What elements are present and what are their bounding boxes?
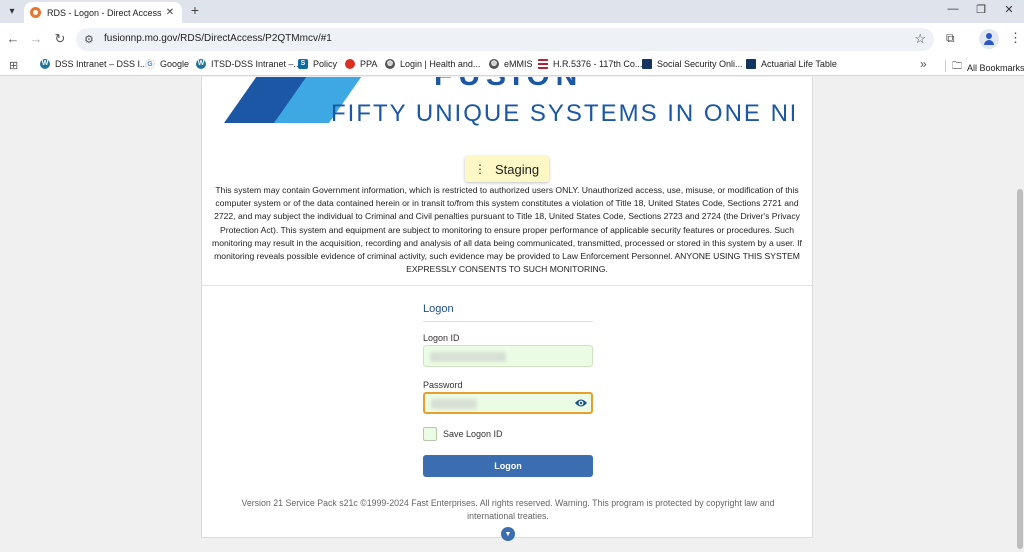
bookmark-label: Login | Health and... [400,59,481,69]
bookmark-label: Actuarial Life Table [761,59,837,69]
password-label: Password [423,380,463,390]
bookmark-hr5376[interactable]: H.R.5376 - 117th Co... [538,59,642,69]
bookmarks-overflow-button[interactable]: » [920,57,927,71]
address-bar[interactable]: ⚙ fusionnp.mo.gov/RDS/DirectAccess/P2QTM… [76,28,934,51]
drag-handle-icon[interactable]: ⋮ [474,162,486,176]
back-button[interactable]: ← [5,31,21,46]
flag-icon [538,59,548,69]
url-text[interactable]: fusionnp.mo.gov/RDS/DirectAccess/P2QTMmc… [104,33,332,44]
reload-button[interactable]: ↻ [52,31,68,47]
ssa-icon [746,59,756,69]
restore-button[interactable]: ❐ [973,3,989,16]
google-icon: G [145,59,155,69]
apps-grid-icon[interactable]: ⊞ [9,59,18,72]
ssa-icon [642,59,652,69]
site-info-icon[interactable]: ⚙ [84,33,94,46]
bookmark-label: Social Security Onli... [657,59,743,69]
bookmark-policy[interactable]: S Policy [298,59,337,69]
logon-card: FUSION FIFTY UNIQUE SYSTEMS IN ONE NEXUS… [201,77,814,538]
fusion-banner: FUSION FIFTY UNIQUE SYSTEMS IN ONE NEXUS [224,77,794,132]
close-window-button[interactable]: ✕ [1001,3,1017,16]
bookmark-star-icon[interactable]: ☆ [914,31,926,47]
save-logon-label[interactable]: Save Logon ID [443,429,503,439]
bookmark-actuarial-life-table[interactable]: Actuarial Life Table [746,59,837,69]
browser-toolbar: ← → ↻ ⚙ fusionnp.mo.gov/RDS/DirectAccess… [0,23,1024,56]
minimize-button[interactable]: — [945,3,961,15]
redacted-value [431,399,477,409]
globe-icon: ◍ [385,59,395,69]
all-bookmarks-button[interactable]: 🗀 All Bookmarks [952,59,1024,76]
bookmark-label: eMMIS [504,59,533,69]
scroll-down-icon[interactable]: ▼ [501,527,515,541]
bookmark-label: PPA [360,59,378,69]
bookmark-label: ITSD-DSS Intranet –... [211,59,302,69]
wordpress-icon: W [40,59,50,69]
scrollbar-thumb[interactable] [1017,189,1023,549]
form-title: Logon [423,303,454,315]
save-logon-checkbox[interactable] [423,427,437,441]
tagline: FIFTY UNIQUE SYSTEMS IN ONE NEXUS [331,100,794,127]
forward-button[interactable]: → [28,31,44,46]
site-favicon-icon [30,7,41,18]
bookmarks-bar: ⊞ W DSS Intranet – DSS I... G Google W I… [0,56,1024,76]
bookmark-dss-intranet[interactable]: W DSS Intranet – DSS I... [40,59,148,69]
staging-label: Staging [495,161,540,177]
bookmark-label: H.R.5376 - 117th Co... [553,59,643,69]
logon-id-field[interactable] [423,345,593,367]
warning-text: This system may contain Government infor… [212,185,802,275]
logo-word: FUSION [434,77,583,93]
bookmark-itsd-dss-intranet[interactable]: W ITSD-DSS Intranet –... [196,59,301,69]
all-bookmarks-label: All Bookmarks [967,62,1024,73]
bookmark-social-security[interactable]: Social Security Onli... [642,59,743,69]
staging-badge[interactable]: ⋮ Staging [465,156,549,182]
bookmark-label: Google [160,59,190,69]
page-scrollbar[interactable] [1016,77,1024,552]
extensions-icon[interactable]: ⧉ [946,31,955,46]
bookmark-ppa[interactable]: PPA [345,59,377,69]
browser-menu-icon[interactable]: ⋮ [1009,30,1022,46]
tab-close-icon[interactable]: ✕ [164,7,176,18]
password-field[interactable] [423,392,593,414]
copyright-footer: Version 21 Service Pack s21c ©1999-2024 … [241,498,775,521]
globe-icon: ◍ [489,59,499,69]
bookmark-emmis[interactable]: ◍ eMMIS [489,59,533,69]
logon-button[interactable]: Logon [423,455,593,477]
profile-avatar-icon[interactable] [979,29,999,49]
folder-icon: 🗀 [952,61,962,72]
logon-id-label: Logon ID [423,333,460,343]
tab-strip: ▾ RDS - Logon - Direct Access ✕ + — ❐ ✕ [0,0,1024,23]
sharepoint-icon: S [298,59,308,69]
tab-title: RDS - Logon - Direct Access [47,7,162,18]
tomato-icon [345,59,355,69]
tab-search-button[interactable]: ▾ [3,3,21,19]
section-divider [202,285,814,286]
bookmarks-divider [945,60,946,72]
bookmark-google[interactable]: G Google [145,59,189,69]
form-title-rule [423,321,593,322]
bookmark-login-health[interactable]: ◍ Login | Health and... [385,59,480,69]
new-tab-button[interactable]: + [187,2,203,18]
bookmark-label: DSS Intranet – DSS I... [55,59,148,69]
wordpress-icon: W [196,59,206,69]
redacted-value [430,352,506,362]
show-password-icon[interactable] [574,397,588,409]
page-viewport: FUSION FIFTY UNIQUE SYSTEMS IN ONE NEXUS… [0,77,1024,552]
tab-active[interactable]: RDS - Logon - Direct Access ✕ [24,2,182,23]
bookmark-label: Policy [313,59,338,69]
